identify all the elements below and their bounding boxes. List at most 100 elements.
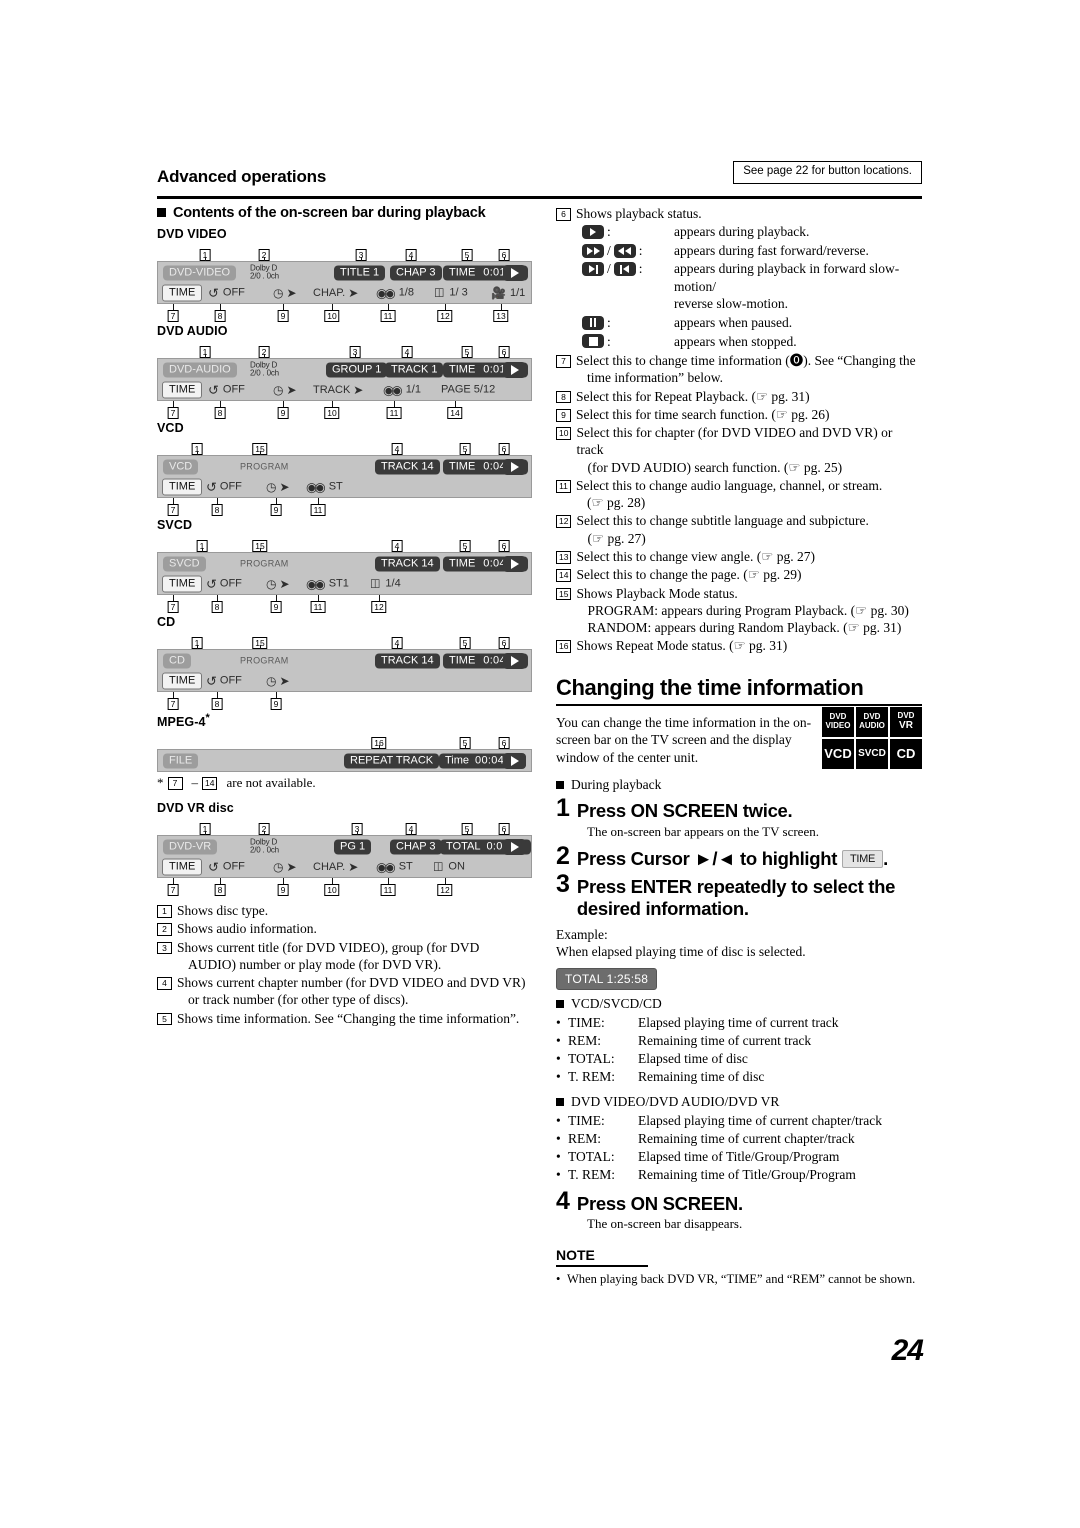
subtitle-icon: ◫ [370, 577, 381, 590]
repeat-icon: ↺ [206, 576, 217, 592]
time-select-chip[interactable]: TIME [162, 858, 203, 876]
audio-language-chip[interactable]: ◉◉ ST1 [306, 578, 349, 591]
time-select-chip[interactable]: TIME [162, 478, 203, 496]
audio-language-chip[interactable]: ◉◉ 1/1 [383, 384, 421, 397]
disc-type-chip: VCD [163, 459, 199, 474]
legend-item: 2 Shows audio information. [157, 920, 532, 937]
time-search-chip[interactable]: ◷ ➤ [273, 861, 297, 873]
callout-7: 7 [167, 600, 179, 613]
legend-item: 15 Shows Playback Mode status. PROGRAM: … [556, 585, 922, 637]
callout-number: 6 [556, 208, 571, 221]
disc-type-chip: FILE [163, 753, 199, 769]
legend-text: Select this to change view angle. (☞ pg.… [576, 549, 816, 565]
legend-text: Shows current chapter number (for DVD VI… [177, 975, 526, 1008]
note-rule [556, 1265, 648, 1268]
legend-text: Select this to change the page. (☞ pg. 2… [576, 567, 802, 583]
repeat-icon: ↺ [208, 285, 219, 301]
repeat-chip[interactable]: ↺ OFF [208, 384, 245, 397]
callout-number: 13 [556, 551, 572, 564]
group-heading-dvd: DVD VIDEO/DVD AUDIO/DVD VR [556, 1094, 922, 1110]
audio-language-chip[interactable]: ◉◉ ST [306, 481, 343, 494]
arrow-right-icon: ➤ [286, 286, 297, 300]
onscreen-bar-mpeg4: 16 5 6 FILE REPEAT TRACK Time 00:04:58 [157, 733, 532, 773]
bar-label-dvd-audio: DVD AUDIO [157, 324, 228, 338]
onscreen-bar-dvd-audio: 1 2 3 4 5 6 DVD-AUDIO Dolby D 2/0 . 0ch … [157, 342, 532, 419]
repeat-chip[interactable]: ↺ OFF [206, 675, 242, 688]
clock-icon: ◷ [266, 480, 277, 494]
time-search-chip[interactable]: ◷ ➤ [273, 287, 297, 299]
callout-11: 11 [386, 406, 402, 419]
info-row: • TIME: Elapsed playing time of current tr… [556, 1015, 839, 1031]
stop-icon [582, 334, 604, 349]
callout-12: 12 [437, 883, 453, 897]
subtitle-chip[interactable]: ◫ 1/ 3 [434, 287, 468, 299]
disc-compatibility-badges: DVD VIDEO DVD AUDIO DVD VR VCD SVCD CD [822, 706, 922, 769]
legend-text: Select this to change time information (… [576, 353, 916, 386]
group-rows-vcd: • TIME: Elapsed playing time of current tr… [556, 1014, 922, 1086]
info-row: • T. REM: Remaining time of disc [556, 1068, 765, 1084]
angle-chip[interactable]: 🎥 1/1 [491, 287, 525, 299]
audio-language-chip[interactable]: ◉◉ ST [376, 861, 413, 874]
play-icon-label: : [582, 223, 674, 241]
playback-mode: PROGRAM [240, 655, 289, 665]
track-search-chip[interactable]: TRACK ➤ [313, 384, 363, 396]
badge-vcd: VCD [822, 738, 854, 769]
note-heading: NOTE [556, 1247, 595, 1264]
arrow-right-icon: ➤ [286, 860, 297, 875]
square-bullet-icon [157, 208, 166, 217]
callout-9: 9 [270, 600, 282, 613]
time-select-chip[interactable]: TIME [162, 575, 203, 593]
repeat-chip[interactable]: ↺ OFF [206, 481, 242, 494]
time-search-chip[interactable]: ◷ ➤ [273, 384, 297, 396]
repeat-chip[interactable]: ↺ OFF [208, 861, 245, 874]
time-select-chip[interactable]: TIME [162, 672, 203, 690]
bar-label-cd: CD [157, 615, 176, 629]
step-text: Press ON SCREEN. [576, 1192, 743, 1214]
callout-number: 8 [556, 390, 571, 404]
subtitle-chip[interactable]: ◫ 1/4 [370, 577, 401, 590]
slow-reverse-icon [613, 262, 636, 277]
step-text: Press ENTER repeatedly to select the des… [576, 876, 896, 919]
time-search-chip[interactable]: ◷ ➤ [266, 481, 290, 493]
step-number: 3 [556, 870, 570, 899]
callout-number: 9 [556, 408, 571, 422]
time-search-chip[interactable]: ◷ ➤ [266, 675, 290, 687]
repeat-chip[interactable]: ↺ OFF [206, 578, 242, 591]
callout-number: 14 [556, 569, 572, 582]
time-chip-inline[interactable]: TIME [841, 849, 884, 869]
callout-7: 7 [167, 406, 179, 419]
slow-icon-label: / : [582, 260, 674, 278]
chapter-search-chip[interactable]: CHAP. ➤ [313, 861, 358, 873]
onscreen-bar-dvd-video: 1 2 3 4 5 6 DVD-VIDEO Dolby D 2/0 . 0ch … [157, 245, 532, 322]
camera-angle-icon: 🎥 [491, 286, 506, 300]
disc-type-chip: CD [163, 653, 191, 668]
callout-number: 12 [556, 515, 572, 529]
time-select-chip[interactable]: TIME [162, 284, 203, 302]
time-search-chip[interactable]: ◷ ➤ [266, 578, 290, 590]
callout-9: 9 [270, 697, 282, 710]
playback-status-desc: appears when paused. [674, 315, 793, 330]
playback-status-play-icon [503, 752, 526, 769]
chapter-chip: CHAP 3 [390, 839, 442, 855]
legend-item: 3 Shows current title (for DVD VIDEO), g… [157, 939, 532, 974]
clock-icon: ◷ [273, 860, 284, 875]
audio-language-chip[interactable]: ◉◉ 1/8 [376, 287, 414, 300]
group-rows-dvd: • TIME: Elapsed playing time of current ch… [556, 1112, 922, 1184]
manual-page: Advanced operations See page 22 for butt… [0, 0, 1080, 1528]
time-select-chip[interactable]: TIME [162, 381, 203, 399]
repeat-icon: ↺ [208, 382, 219, 398]
bar-label-dvd-vr: DVD VR disc [157, 801, 234, 816]
chapter-chip: CHAP 3 [390, 265, 442, 280]
chapter-search-chip[interactable]: CHAP. ➤ [313, 287, 358, 299]
legend-item: 16 Shows Repeat Mode status. (☞ pg. 31) [556, 637, 922, 654]
square-bullet-icon [556, 1000, 564, 1009]
callout-8: 8 [211, 697, 223, 710]
page-chip[interactable]: PAGE 5/12 [441, 384, 495, 396]
repeat-chip[interactable]: ↺ OFF [208, 287, 245, 300]
legend-text: Shows Repeat Mode status. (☞ pg. 31) [576, 638, 788, 654]
legend-text: Select this to change subtitle language … [576, 513, 869, 546]
callout-number: 7 [556, 355, 571, 368]
subtitle-chip[interactable]: ◫ ON [433, 861, 465, 873]
callout-11: 11 [380, 883, 396, 897]
legend-text: Shows Playback Mode status. PROGRAM: app… [576, 585, 909, 636]
